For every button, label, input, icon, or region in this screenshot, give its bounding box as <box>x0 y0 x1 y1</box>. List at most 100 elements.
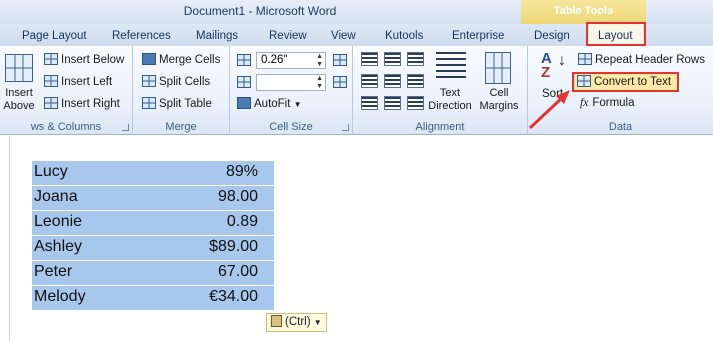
insert-right-label: Insert Right <box>61 98 120 110</box>
text-direction-button[interactable]: Text Direction <box>425 87 475 113</box>
formula-label: Formula <box>592 97 635 109</box>
tab-mailings[interactable]: Mailings <box>196 30 238 42</box>
align-top-center-icon[interactable] <box>384 52 401 66</box>
sort-arrow-icon: ↓ <box>558 52 566 69</box>
split-cells-label: Split Cells <box>159 76 211 88</box>
group-label: Cell Size <box>269 121 313 133</box>
repeat-header-label: Repeat Header Rows <box>595 54 705 66</box>
row-height-icon <box>237 54 251 66</box>
align-middle-left-icon[interactable] <box>361 74 378 88</box>
chevron-down-icon: ▼ <box>313 318 322 327</box>
value-cell: $89.00 <box>209 238 258 255</box>
insert-above-icon <box>5 54 33 82</box>
col-width-icon <box>237 76 251 88</box>
name-cell: Lucy <box>34 163 68 180</box>
chevron-down-icon: ▼ <box>293 100 302 109</box>
name-cell: Ashley <box>34 238 83 255</box>
autofit-icon <box>237 97 251 109</box>
split-table-icon <box>142 97 156 109</box>
group-label: ws & Columns <box>30 121 102 133</box>
dialog-launcher-icon[interactable] <box>122 124 129 131</box>
align-top-right-icon[interactable] <box>407 52 424 66</box>
cell-margins-icon <box>485 52 511 84</box>
convert-to-text-icon <box>577 75 591 87</box>
row-height-value: 0.26" <box>261 54 288 66</box>
value-cell: 0.89 <box>226 213 258 230</box>
autofit-button[interactable]: AutoFit ▼ <box>237 97 302 110</box>
tab-kutools[interactable]: Kutools <box>385 30 423 42</box>
paste-options-button[interactable]: (Ctrl) ▼ <box>266 313 327 332</box>
align-bottom-left-icon[interactable] <box>361 96 378 110</box>
tab-references[interactable]: References <box>112 30 171 42</box>
formula-button[interactable]: fx Formula <box>580 97 635 109</box>
align-bottom-center-icon[interactable] <box>384 96 401 110</box>
split-table-label: Split Table <box>159 98 212 110</box>
insert-below-icon <box>44 53 58 65</box>
insert-right-button[interactable]: Insert Right <box>44 97 120 110</box>
value-cell: €34.00 <box>209 288 258 305</box>
window-title: Document1 - Microsoft Word <box>183 4 337 18</box>
convert-to-text-label: Convert to Text <box>594 76 672 88</box>
align-bottom-right-icon[interactable] <box>407 96 424 110</box>
align-top-left-icon[interactable] <box>361 52 378 66</box>
table-row[interactable]: Peter 67.00 <box>32 261 274 286</box>
insert-below-label: Insert Below <box>61 54 125 66</box>
table-row[interactable]: Lucy 89% <box>32 161 274 186</box>
merge-cells-button[interactable]: Merge Cells <box>142 53 220 66</box>
table-row[interactable]: Leonie 0.89 <box>32 211 274 236</box>
sort-icon: AZ <box>541 50 552 81</box>
tab-review[interactable]: Review <box>269 30 307 42</box>
table-row[interactable]: Joana 98.00 <box>32 186 274 211</box>
table-tools-label: Table Tools <box>553 5 614 17</box>
cell-margins-button[interactable]: Cell Margins <box>476 87 522 113</box>
split-cells-button[interactable]: Split Cells <box>142 75 210 88</box>
name-cell: Peter <box>34 263 73 280</box>
row-height-input[interactable]: 0.26" ▲ ▼ <box>256 52 326 69</box>
name-cell: Leonie <box>34 213 83 230</box>
distribute-rows-icon[interactable] <box>333 54 347 66</box>
value-cell: 89% <box>225 163 258 180</box>
repeat-header-rows-button[interactable]: Repeat Header Rows <box>578 53 705 66</box>
insert-left-label: Insert Left <box>61 76 113 88</box>
insert-left-button[interactable]: Insert Left <box>44 75 112 88</box>
clipboard-icon <box>271 315 282 327</box>
insert-left-icon <box>44 75 58 87</box>
insert-right-icon <box>44 97 58 109</box>
tab-design[interactable]: Design <box>534 30 570 42</box>
convert-to-text-button[interactable]: Convert to Text <box>577 75 671 88</box>
value-cell: 67.00 <box>217 263 258 280</box>
tab-layout[interactable]: Layout <box>598 30 633 42</box>
selected-table[interactable]: Lucy 89% Joana 98.00 Leonie 0.89 Ashley $89.… <box>32 161 274 311</box>
tab-view[interactable]: View <box>331 30 356 42</box>
repeat-header-icon <box>578 53 592 65</box>
spin-arrows-icon[interactable]: ▲ ▼ <box>316 53 323 69</box>
col-width-input[interactable]: ▲ ▼ <box>256 74 326 91</box>
split-table-button[interactable]: Split Table <box>142 97 212 110</box>
group-label: Merge <box>165 121 197 133</box>
name-cell: Joana <box>34 188 78 205</box>
dialog-launcher-icon[interactable] <box>342 124 349 131</box>
value-cell: 98.00 <box>217 188 258 205</box>
table-row[interactable]: Melody €34.00 <box>32 286 274 311</box>
table-row[interactable]: Ashley $89.00 <box>32 236 274 261</box>
insert-below-button[interactable]: Insert Below <box>44 53 124 66</box>
tab-page-layout[interactable]: Page Layout <box>22 30 87 42</box>
formula-icon: fx <box>580 97 589 109</box>
split-cells-icon <box>142 75 156 87</box>
page-margin-line <box>9 136 10 341</box>
tab-enterprise[interactable]: Enterprise <box>452 30 504 42</box>
word-window: Document1 - Microsoft Word Table Tools P… <box>0 0 713 341</box>
align-middle-center-icon[interactable] <box>384 74 401 88</box>
spin-arrows-icon[interactable]: ▲ ▼ <box>316 75 323 91</box>
text-direction-icon <box>436 52 466 80</box>
autofit-label: AutoFit <box>254 98 291 110</box>
arrow-annotation-icon <box>528 90 570 130</box>
name-cell: Melody <box>34 288 86 305</box>
insert-above-button[interactable]: Insert Above <box>2 87 36 113</box>
distribute-columns-icon[interactable] <box>333 76 347 88</box>
group-label: Alignment <box>415 121 465 133</box>
paste-options-label: (Ctrl) <box>285 316 311 328</box>
merge-cells-label: Merge Cells <box>159 54 221 66</box>
align-middle-right-icon[interactable] <box>407 74 424 88</box>
merge-cells-icon <box>142 53 156 65</box>
